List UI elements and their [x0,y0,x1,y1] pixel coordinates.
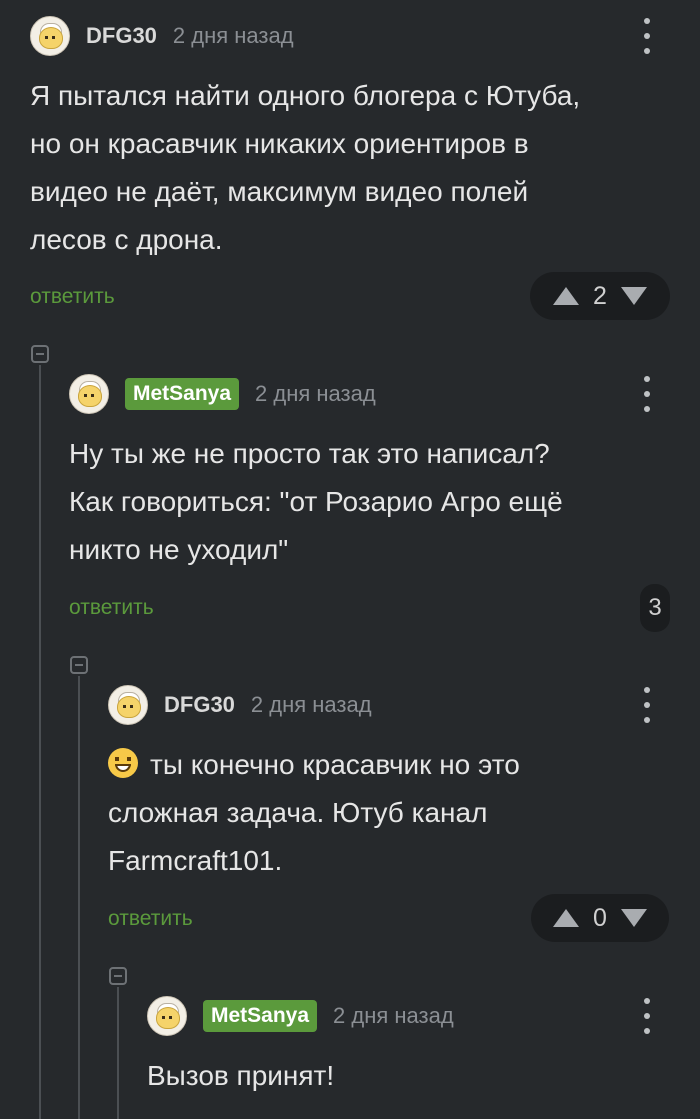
timestamp: 2 дня назад [333,1003,454,1028]
upvote-icon[interactable] [553,287,580,305]
avatar-eyes-shape [84,394,94,397]
avatar-eyes-shape [45,36,55,39]
comment: DFG30 2 дня назад ты конечно красавчик н… [108,683,700,953]
comment-line: Как говориться: "от Розарио Агро ещё [69,486,563,517]
username[interactable]: MetSanya [125,378,240,410]
avatar[interactable] [108,685,148,725]
comment-line-text: ты конечно красавчик но это [150,749,520,780]
collapse-icon[interactable] [31,345,49,363]
timestamp: 2 дня назад [255,381,376,406]
comment-line: Ну ты же не просто так это написал? [69,438,550,469]
vote-controls: 2 [530,272,670,320]
username[interactable]: MetSanya [203,1000,318,1032]
comment-line: ты конечно красавчик но это [108,741,520,789]
downvote-icon[interactable] [620,287,647,305]
comment-line: сложная задача. Ютуб канал [108,797,488,828]
more-vertical-icon[interactable] [642,376,652,412]
avatar[interactable] [147,996,187,1036]
comment: DFG30 2 дня назад Я пытался найти одного… [30,14,700,324]
username[interactable]: DFG30 [164,692,235,718]
more-vertical-icon[interactable] [642,687,652,723]
comments-thread: DFG30 2 дня назад Я пытался найти одного… [0,0,700,1119]
thread-line [78,676,80,1119]
timestamp: 2 дня назад [250,692,372,717]
comment: MetSanya 2 дня назад Ну ты же не просто … [69,372,700,642]
upvote-icon[interactable] [553,909,580,927]
more-vertical-icon[interactable] [642,998,652,1034]
comment-header: DFG30 2 дня назад [30,14,294,58]
comment-line: видео не даёт, максимум видео полей [30,176,529,207]
avatar[interactable] [30,16,70,56]
collapse-icon[interactable] [70,656,88,674]
downvote-icon[interactable] [620,909,647,927]
vote-controls: 0 [531,894,669,942]
comment-line: но он красавчик никаких ориентиров в [30,128,529,159]
comment-line: лесов с дрона. [30,224,223,255]
collapse-icon[interactable] [109,967,127,985]
vote-count: 2 [593,281,607,310]
avatar-eyes-shape [123,705,133,708]
thread-line [117,987,119,1119]
reply-button[interactable]: ответить [69,596,154,620]
avatar-eyes-shape [162,1016,172,1019]
timestamp: 2 дня назад [172,23,294,48]
comment-text: Ну ты же не просто так это написал? Как … [69,430,563,574]
comment-header: DFG30 2 дня назад [108,683,372,727]
thread-line [39,365,41,1119]
comment-line: Вызов принят! [147,1060,335,1091]
comment-line: Я пытался найти одного блогера с Ютуба, [30,80,581,111]
avatar[interactable] [69,374,109,414]
more-vertical-icon[interactable] [642,18,652,54]
comment-line: Farmcraft101. [108,845,283,876]
comment-text: Вызов принят! [147,1052,334,1100]
vote-count: 0 [593,903,607,932]
comment-header: MetSanya 2 дня назад [147,994,454,1038]
reply-button[interactable]: ответить [108,907,193,931]
comment-header: MetSanya 2 дня назад [69,372,376,416]
comment-text: ты конечно красавчик но это сложная зада… [108,741,520,885]
reply-button[interactable]: ответить [30,285,115,309]
grinning-face-icon [108,748,138,778]
replies-count[interactable]: 3 [640,584,670,632]
comment-text: Я пытался найти одного блогера с Ютуба, … [30,72,580,264]
username[interactable]: DFG30 [86,23,157,49]
comment: MetSanya 2 дня назад Вызов принят! [147,994,700,1119]
comment-line: никто не уходил" [69,534,289,565]
